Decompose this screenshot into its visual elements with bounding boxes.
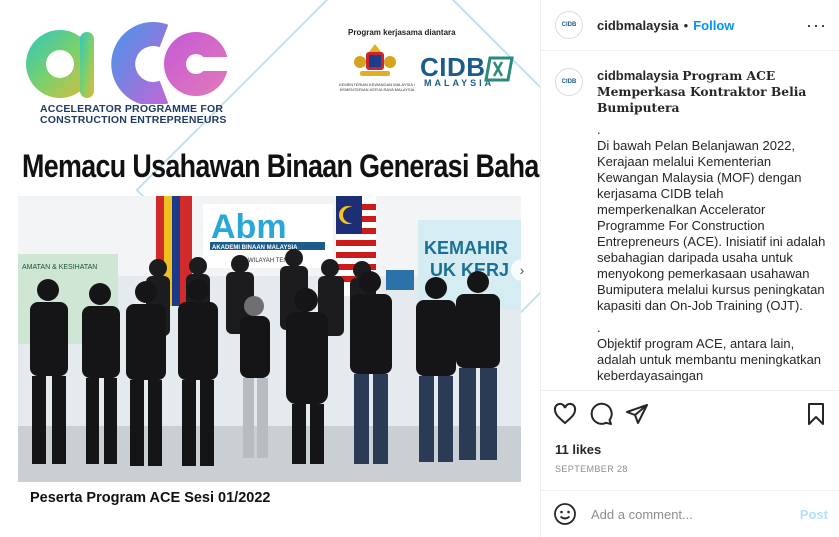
post-header: CIDB cidbmalaysia • Follow ··· [541,0,839,51]
bookmark-icon[interactable] [804,402,828,426]
add-comment-bar: Post [541,490,839,537]
likes-count[interactable]: 11 likes [555,442,601,457]
caption-paragraph-2: Objektif program ACE, antara lain, adala… [597,336,822,383]
sign-right-text: KEMAHIR [424,238,508,258]
instagram-post-view: ACCELERATOR PROGRAMME FOR CONSTRUCTION E… [0,0,839,537]
collab-label: Program kerjasama diantara [348,28,456,37]
heart-icon[interactable] [553,402,577,426]
sign-abm-text: Abm [211,208,287,246]
caption-avatar[interactable]: CIDB [555,68,583,96]
caption-avatar-text: CIDB [561,79,577,85]
caption-dot-1: . [597,122,601,137]
follow-button[interactable]: Follow [693,18,734,33]
post-comment-button[interactable]: Post [800,507,828,522]
caption-scroll-area[interactable]: CIDB cidbmalaysia Program ACE Memperkasa… [541,52,839,390]
more-options-icon[interactable]: ··· [806,15,827,36]
action-bar [541,390,839,436]
malaysia-crest-icon [354,44,396,76]
sign-left-text: AMATAN & KESIHATAN [22,264,97,271]
post-sidebar: CIDB cidbmalaysia • Follow ··· CIDB cidb… [540,0,839,537]
header-username[interactable]: cidbmalaysia [597,18,679,33]
cidb-logo-icon [484,56,514,82]
caption-row: CIDB cidbmalaysia Program ACE Memperkasa… [555,68,826,384]
caption-username[interactable]: cidbmalaysia [597,68,679,83]
group-photo: AMATAN & KESIHATAN Abm AKADEMI BINAAN MA… [18,196,521,482]
avatar-text: CIDB [561,22,577,28]
share-icon[interactable] [625,402,649,426]
header-separator: • [683,17,689,33]
headline: Memacu Usahawan Binaan Generasi Baharu [22,148,540,184]
avatar[interactable]: CIDB [555,11,583,39]
caption-dot-2: . [597,320,601,335]
logo-subtitle-line2: CONSTRUCTION ENTREPRENEURS [40,114,227,126]
group-photo-illustration: AMATAN & KESIHATAN Abm AKADEMI BINAAN MA… [18,196,521,482]
caption-body: cidbmalaysia Program ACE Memperkasa Kont… [597,68,826,384]
media-caption: Peserta Program ACE Sesi 01/2022 [30,490,271,506]
comment-input[interactable] [591,506,800,522]
ace-logo-subtitle: ACCELERATOR PROGRAMME FOR CONSTRUCTION E… [40,104,227,126]
post-date[interactable]: SEPTEMBER 28 [555,464,628,474]
ministry-label: KEMENTERIAN KEWANGAN MALAYSIA / KEMENTER… [338,82,415,92]
emoji-icon[interactable] [553,502,577,526]
caption-paragraph-1: Di bawah Pelan Belanjawan 2022, Kerajaan… [597,138,826,313]
comment-icon[interactable] [589,402,613,426]
chevron-right-icon: › [519,262,525,278]
ace-logo [26,22,232,104]
next-slide-button[interactable]: › [511,259,533,281]
post-media[interactable]: ACCELERATOR PROGRAMME FOR CONSTRUCTION E… [0,0,540,537]
sign-academy-text: AKADEMI BINAAN MALAYSIA [212,245,298,251]
